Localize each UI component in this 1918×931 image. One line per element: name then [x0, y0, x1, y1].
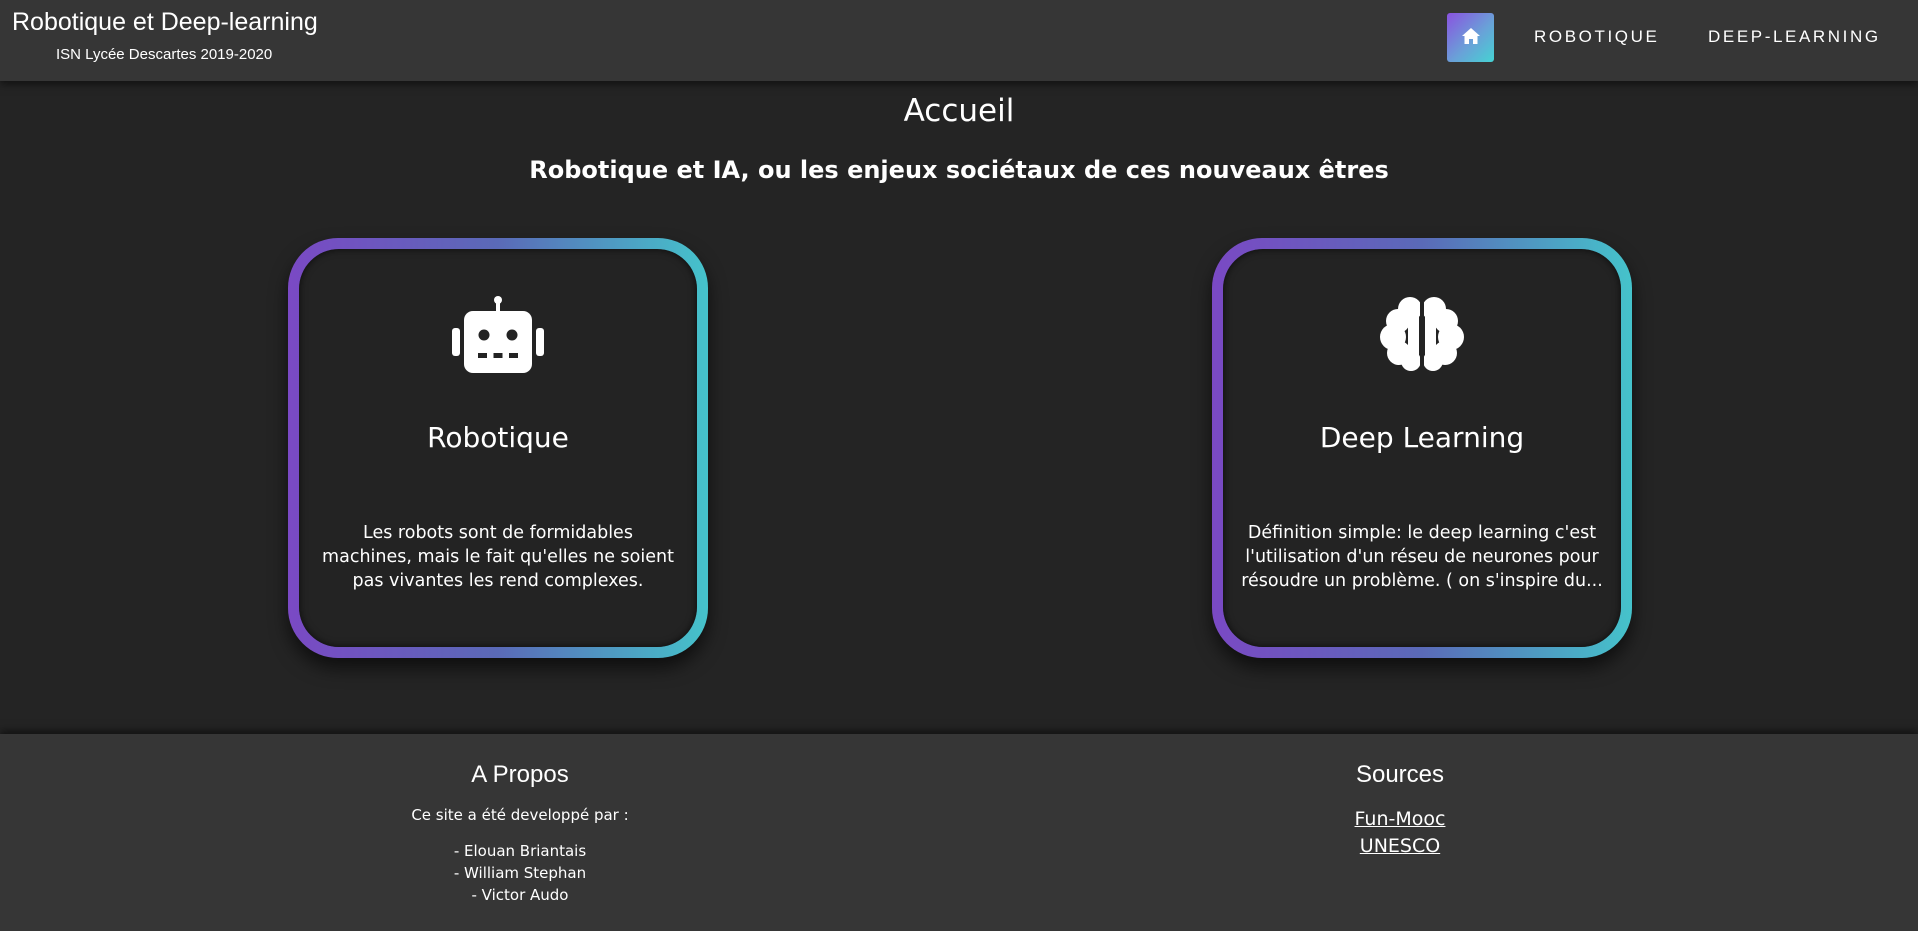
nav-robotique-link[interactable]: ROBOTIQUE — [1534, 27, 1659, 47]
card-description: Définition simple: le deep learning c'es… — [1241, 523, 1603, 591]
card-robotique-body: Robotique Les robots sont de formidables… — [299, 249, 697, 647]
sources-heading: Sources — [1355, 761, 1445, 788]
author-list: - Elouan Briantais - William Stephan - V… — [170, 840, 870, 906]
source-link-unesco[interactable]: UNESCO — [1050, 833, 1750, 860]
footer: A Propos Ce site a été developpé par : -… — [0, 734, 1918, 931]
site-subtitle: ISN Lycée Descartes 2019-2020 — [56, 46, 273, 63]
author-name: - William Stephan — [453, 864, 587, 882]
card-description: Les robots sont de formidables machines,… — [322, 523, 674, 591]
about-intro: Ce site a été developpé par : — [411, 806, 629, 824]
card-deep-learning-body: Deep Learning Définition simple: le deep… — [1223, 249, 1621, 647]
nav-deep-learning-link[interactable]: DEEP-LEARNING — [1708, 27, 1881, 47]
author-name: - Elouan Briantais — [453, 842, 587, 860]
home-icon — [1461, 27, 1481, 49]
source-link-fun-mooc[interactable]: Fun-Mooc — [1050, 806, 1750, 833]
page-subtitle: Robotique et IA, ou les enjeux sociétaux… — [529, 156, 1389, 184]
brain-icon — [1374, 295, 1470, 375]
author-name: - Victor Audo — [471, 886, 569, 904]
robot-icon — [450, 295, 546, 375]
top-navbar: Robotique et Deep-learning ISN Lycée Des… — [0, 0, 1918, 81]
card-robotique[interactable]: Robotique Les robots sont de formidables… — [288, 238, 708, 658]
about-heading: A Propos — [471, 761, 569, 788]
about-section: A Propos Ce site a été developpé par : -… — [170, 734, 870, 906]
home-button[interactable] — [1447, 13, 1494, 62]
source-links: Fun-Mooc UNESCO — [1050, 806, 1750, 860]
page-title: Accueil — [903, 93, 1015, 129]
sources-section: Sources Fun-Mooc UNESCO — [1050, 734, 1750, 860]
card-deep-learning[interactable]: Deep Learning Définition simple: le deep… — [1212, 238, 1632, 658]
card-title: Deep Learning — [1319, 421, 1525, 454]
site-title[interactable]: Robotique et Deep-learning — [12, 8, 318, 37]
card-title: Robotique — [427, 421, 569, 454]
